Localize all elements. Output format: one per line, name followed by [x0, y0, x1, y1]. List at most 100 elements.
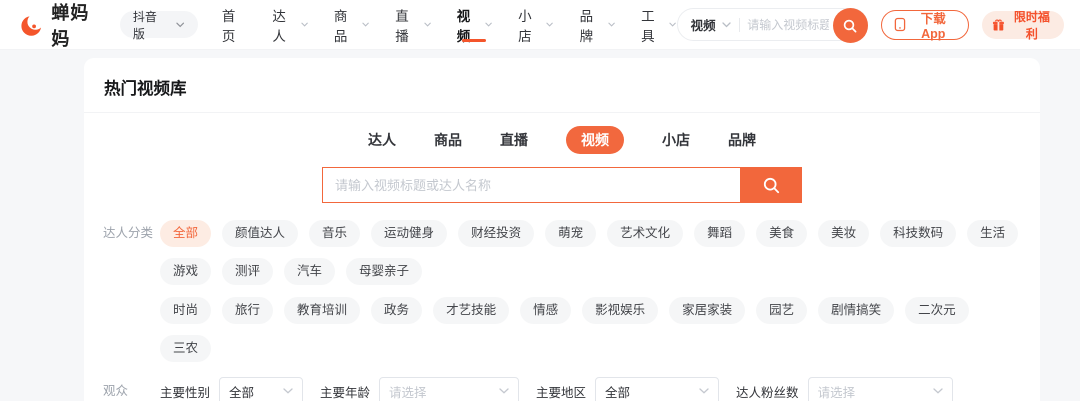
chevron-down-icon	[283, 388, 293, 394]
filter-row-audience: 观众 主要性别 全部 主要年龄 请选择 主要地区 全部 达人粉丝数 请选择	[103, 377, 1021, 401]
filter-field: 主要性别 全部	[160, 377, 304, 401]
category-tag[interactable]: 全部	[160, 220, 212, 247]
entity-tab-label: 达人	[368, 132, 396, 148]
download-app-label: 下载App	[920, 12, 946, 41]
main-search	[322, 167, 802, 203]
category-tag[interactable]: 二次元	[905, 297, 969, 324]
page-title: 热门视频库	[104, 80, 187, 98]
edition-label: 抖音版	[132, 9, 157, 41]
category-tag[interactable]: 萌宠	[545, 220, 597, 247]
category-tag[interactable]: 颜值达人	[222, 220, 299, 247]
filter-select-value: 全部	[605, 385, 631, 400]
filter-select[interactable]: 全部	[219, 377, 304, 401]
nav-item[interactable]: 视频	[457, 0, 492, 49]
category-tag[interactable]: 政务	[371, 297, 423, 324]
filter-row-category: 达人分类 全部 颜值达人 音乐 运动健身 财经投资 萌宠 艺术文化 舞蹈 美食 美妆 科技数码 生活游…	[103, 220, 1021, 362]
category-tag[interactable]: 音乐	[309, 220, 361, 247]
chevron-down-icon	[932, 388, 943, 394]
entity-tab[interactable]: 视频	[566, 126, 624, 154]
entity-tab[interactable]: 达人	[368, 126, 396, 154]
entity-tab[interactable]: 直播	[500, 126, 528, 154]
category-tag[interactable]: 舞蹈	[694, 220, 746, 247]
category-tag[interactable]: 教育培训	[284, 297, 361, 324]
nav-right: 视频 下载App 限时福利	[676, 8, 1064, 43]
category-tag[interactable]: 才艺技能	[433, 297, 510, 324]
category-tag[interactable]: 旅行	[222, 297, 274, 324]
filter-select[interactable]: 全部	[595, 377, 720, 401]
promo-button[interactable]: 限时福利	[981, 10, 1064, 41]
audience-fields: 主要性别 全部 主要年龄 请选择 主要地区 全部 达人粉丝数 请选择	[160, 377, 953, 401]
brand-logo[interactable]: 蝉妈妈	[20, 0, 105, 51]
nav-item[interactable]: 直播	[395, 0, 431, 49]
category-tag[interactable]: 汽车	[284, 258, 336, 285]
filter-field: 达人粉丝数 请选择	[736, 377, 953, 401]
download-app-button[interactable]: 下载App	[880, 9, 969, 41]
filter-select-value: 请选择	[817, 385, 856, 400]
category-tag[interactable]: 家居家装	[669, 297, 746, 324]
nav-item-label: 达人	[272, 8, 286, 44]
category-tag[interactable]: 艺术文化	[607, 220, 684, 247]
filter-field-label: 主要性别	[160, 385, 211, 400]
nav-search-category[interactable]: 视频	[691, 15, 731, 34]
category-tag[interactable]: 运动健身	[371, 220, 448, 247]
entity-tab[interactable]: 小店	[662, 126, 690, 154]
hot-video-library-card: 热门视频库 达人商品直播视频小店品牌 达人分类 全部颜值达人	[84, 58, 1040, 401]
category-tag-rows: 全部 颜值达人 音乐 运动健身 财经投资 萌宠 艺术文化 舞蹈 美食 美妆 科技数码 生活游戏 测评 汽车…	[160, 220, 1021, 362]
category-tag[interactable]: 情感	[520, 297, 572, 324]
phone-icon	[894, 17, 905, 32]
card-body: 达人商品直播视频小店品牌 达人分类 全部颜值达人音乐运动健身财经投资萌宠艺术文化…	[84, 126, 1040, 401]
category-tag[interactable]: 影视娱乐	[582, 297, 659, 324]
entity-tab-label: 小店	[662, 132, 690, 148]
category-tag[interactable]: 游戏	[160, 258, 212, 285]
nav-item[interactable]: 工具	[641, 0, 677, 49]
category-tag[interactable]: 财经投资	[458, 220, 535, 247]
filter-row-label: 达人分类	[103, 226, 154, 240]
nav-search-input[interactable]	[747, 17, 829, 32]
main-search-input[interactable]	[322, 167, 740, 203]
nav-item[interactable]: 达人	[272, 0, 308, 49]
filter-field-label: 主要地区	[536, 385, 587, 400]
filter-select[interactable]: 请选择	[807, 377, 953, 401]
chanmama-logo-icon	[21, 13, 44, 36]
nav-item[interactable]: 商品	[334, 0, 369, 49]
chevron-down-icon	[362, 22, 369, 27]
category-tag[interactable]: 美妆	[818, 220, 870, 247]
category-tag[interactable]: 园艺	[756, 297, 808, 324]
category-tags-row2: 时尚 旅行 教育培训 政务 才艺技能 情感 影视娱乐 家居家装 园艺 剧情搞笑 二次元三农	[160, 297, 1021, 362]
category-tag[interactable]: 美食	[756, 220, 808, 247]
nav-item-label: 品牌	[579, 8, 594, 44]
category-tag[interactable]: 时尚	[160, 297, 212, 324]
category-tag[interactable]: 生活	[967, 220, 1019, 247]
search-row	[103, 167, 1021, 203]
nav-search-category-label: 视频	[690, 19, 716, 33]
main-search-button[interactable]	[740, 167, 802, 203]
category-tag[interactable]: 母婴亲子	[346, 258, 423, 285]
nav-item[interactable]: 品牌	[580, 0, 615, 49]
category-tags-row1: 全部 颜值达人 音乐 运动健身 财经投资 萌宠 艺术文化 舞蹈 美食 美妆 科技数码 生活游戏 测评 汽车…	[160, 220, 1021, 285]
entity-tab-label: 商品	[434, 132, 462, 148]
entity-tab[interactable]: 商品	[434, 126, 462, 154]
chevron-down-icon	[699, 388, 709, 394]
category-tag[interactable]: 三农	[160, 335, 212, 362]
entity-tab[interactable]: 品牌	[728, 126, 756, 154]
category-tag[interactable]: 剧情搞笑	[818, 297, 895, 324]
brand-name: 蝉妈妈	[51, 2, 90, 49]
entity-tab-label: 视频	[581, 132, 609, 148]
filter-field-label: 达人粉丝数	[736, 385, 799, 400]
chevron-down-icon	[499, 388, 509, 394]
nav-item[interactable]: 首页	[222, 0, 247, 49]
chevron-down-icon	[546, 22, 554, 27]
category-tag[interactable]: 测评	[222, 258, 274, 285]
filter-select[interactable]: 请选择	[379, 377, 520, 401]
nav-search-button[interactable]	[832, 8, 868, 43]
nav-item-label: 直播	[395, 8, 409, 44]
chevron-down-icon	[176, 22, 185, 27]
nav-item[interactable]: 小店	[518, 0, 554, 49]
entity-tab-label: 品牌	[728, 132, 756, 148]
entity-tabs: 达人 商品 直播 视频 小店 品牌	[103, 126, 1021, 154]
nav-item-label: 小店	[518, 8, 532, 44]
edition-selector[interactable]: 抖音版	[119, 10, 198, 41]
filter-field-label: 主要年龄	[320, 385, 371, 400]
nav-item-label: 首页	[221, 8, 236, 44]
category-tag[interactable]: 科技数码	[880, 220, 957, 247]
